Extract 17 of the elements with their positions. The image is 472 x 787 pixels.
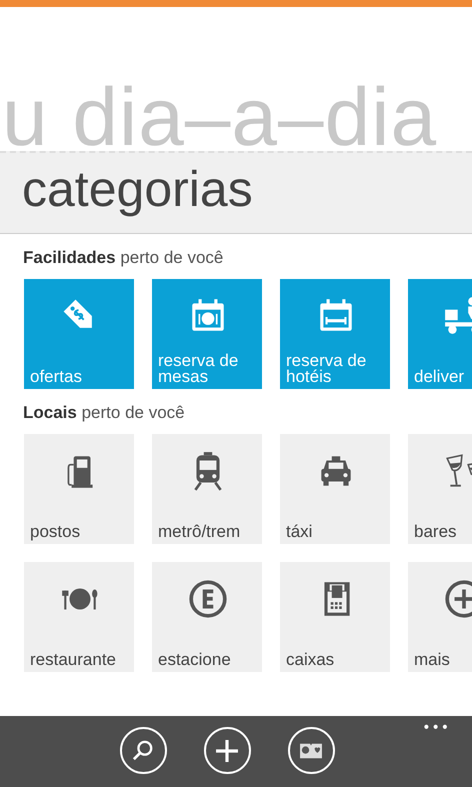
more-button[interactable]: ••• <box>422 720 450 736</box>
parking-sign-icon <box>186 578 228 620</box>
page-title: categorias <box>22 160 253 218</box>
category-tile[interactable]: restaurante <box>24 562 134 672</box>
category-tile[interactable]: postos <box>24 434 134 544</box>
category-tile[interactable]: bares <box>408 434 472 544</box>
scooter-rider-icon <box>442 295 472 337</box>
category-tile[interactable]: mais <box>408 562 472 672</box>
search-button[interactable] <box>120 727 166 774</box>
book-button[interactable] <box>288 727 334 774</box>
category-tile[interactable]: metrô/trem <box>152 434 262 544</box>
section-heading: Locais perto de você <box>23 403 186 423</box>
category-tile[interactable]: estacione <box>152 562 262 672</box>
add-button[interactable] <box>204 727 250 774</box>
category-tile[interactable]: táxi <box>280 434 390 544</box>
category-tile[interactable]: caixas <box>280 562 390 672</box>
section-heading: Facilidades perto de você <box>23 248 224 268</box>
